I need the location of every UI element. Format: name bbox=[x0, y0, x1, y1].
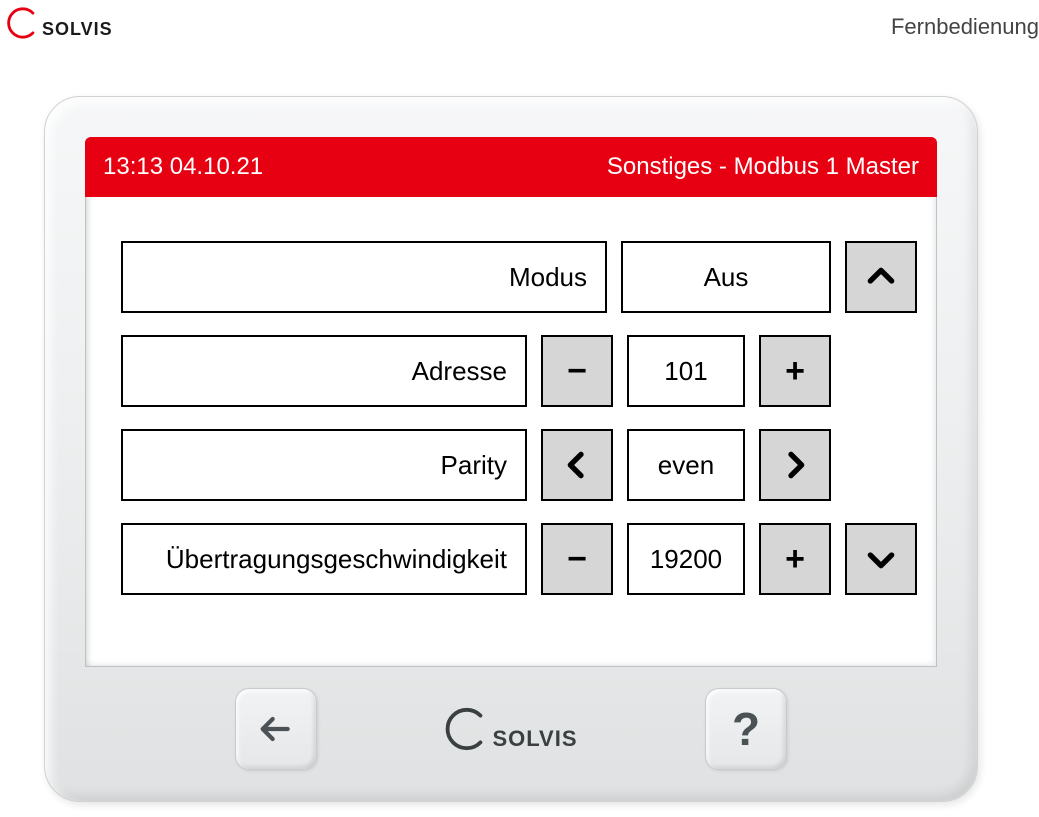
parity-next-button[interactable] bbox=[759, 429, 831, 501]
arrow-left-icon bbox=[256, 709, 296, 749]
label-parity: Parity bbox=[121, 429, 527, 501]
header-title: Sonstiges - Modbus 1 Master bbox=[607, 153, 919, 181]
value-adresse[interactable]: 101 bbox=[627, 335, 745, 407]
screen-header: 13:13 04.10.21 Sonstiges - Modbus 1 Mast… bbox=[85, 137, 937, 197]
help-button[interactable]: ? bbox=[705, 688, 787, 770]
page-context-label: Fernbedienung bbox=[891, 14, 1039, 40]
baud-plus-button[interactable]: + bbox=[759, 523, 831, 595]
adresse-minus-button[interactable]: − bbox=[541, 335, 613, 407]
chevron-left-icon bbox=[561, 449, 593, 481]
solvis-arc-icon bbox=[444, 706, 490, 752]
chevron-right-icon bbox=[779, 449, 811, 481]
chevron-up-icon bbox=[865, 261, 897, 293]
scroll-spacer bbox=[845, 335, 917, 407]
adresse-plus-button[interactable]: + bbox=[759, 335, 831, 407]
header-datetime: 13:13 04.10.21 bbox=[103, 153, 263, 181]
back-button[interactable] bbox=[235, 688, 317, 770]
device-frame: 13:13 04.10.21 Sonstiges - Modbus 1 Mast… bbox=[44, 96, 978, 802]
chevron-down-icon bbox=[865, 543, 897, 575]
brand-logo-top: SOLVIS bbox=[6, 6, 113, 40]
row-adresse: Adresse − 101 + bbox=[121, 335, 831, 407]
label-adresse: Adresse bbox=[121, 335, 527, 407]
brand-text-device: SOLVIS bbox=[492, 726, 577, 752]
value-baud[interactable]: 19200 bbox=[627, 523, 745, 595]
row-modus: Modus Aus bbox=[121, 241, 831, 313]
label-modus: Modus bbox=[121, 241, 607, 313]
solvis-arc-icon bbox=[6, 6, 40, 40]
value-parity[interactable]: even bbox=[627, 429, 745, 501]
value-modus[interactable]: Aus bbox=[621, 241, 831, 313]
scroll-spacer bbox=[845, 429, 917, 501]
brand-logo-device: SOLVIS bbox=[444, 706, 577, 752]
row-baud: Übertragungsgeschwindigkeit − 19200 + bbox=[121, 523, 831, 595]
device-toolbar: SOLVIS ? bbox=[85, 681, 937, 777]
scroll-up-button[interactable] bbox=[845, 241, 917, 313]
parity-prev-button[interactable] bbox=[541, 429, 613, 501]
row-parity: Parity even bbox=[121, 429, 831, 501]
baud-minus-button[interactable]: − bbox=[541, 523, 613, 595]
screen: 13:13 04.10.21 Sonstiges - Modbus 1 Mast… bbox=[85, 137, 937, 667]
settings-list: Modus Aus Adresse − 101 + Parity bbox=[85, 197, 937, 615]
scroll-down-button[interactable] bbox=[845, 523, 917, 595]
question-icon: ? bbox=[732, 702, 760, 756]
scroll-column bbox=[845, 241, 917, 595]
label-baud: Übertragungsgeschwindigkeit bbox=[121, 523, 527, 595]
brand-text: SOLVIS bbox=[42, 19, 113, 40]
